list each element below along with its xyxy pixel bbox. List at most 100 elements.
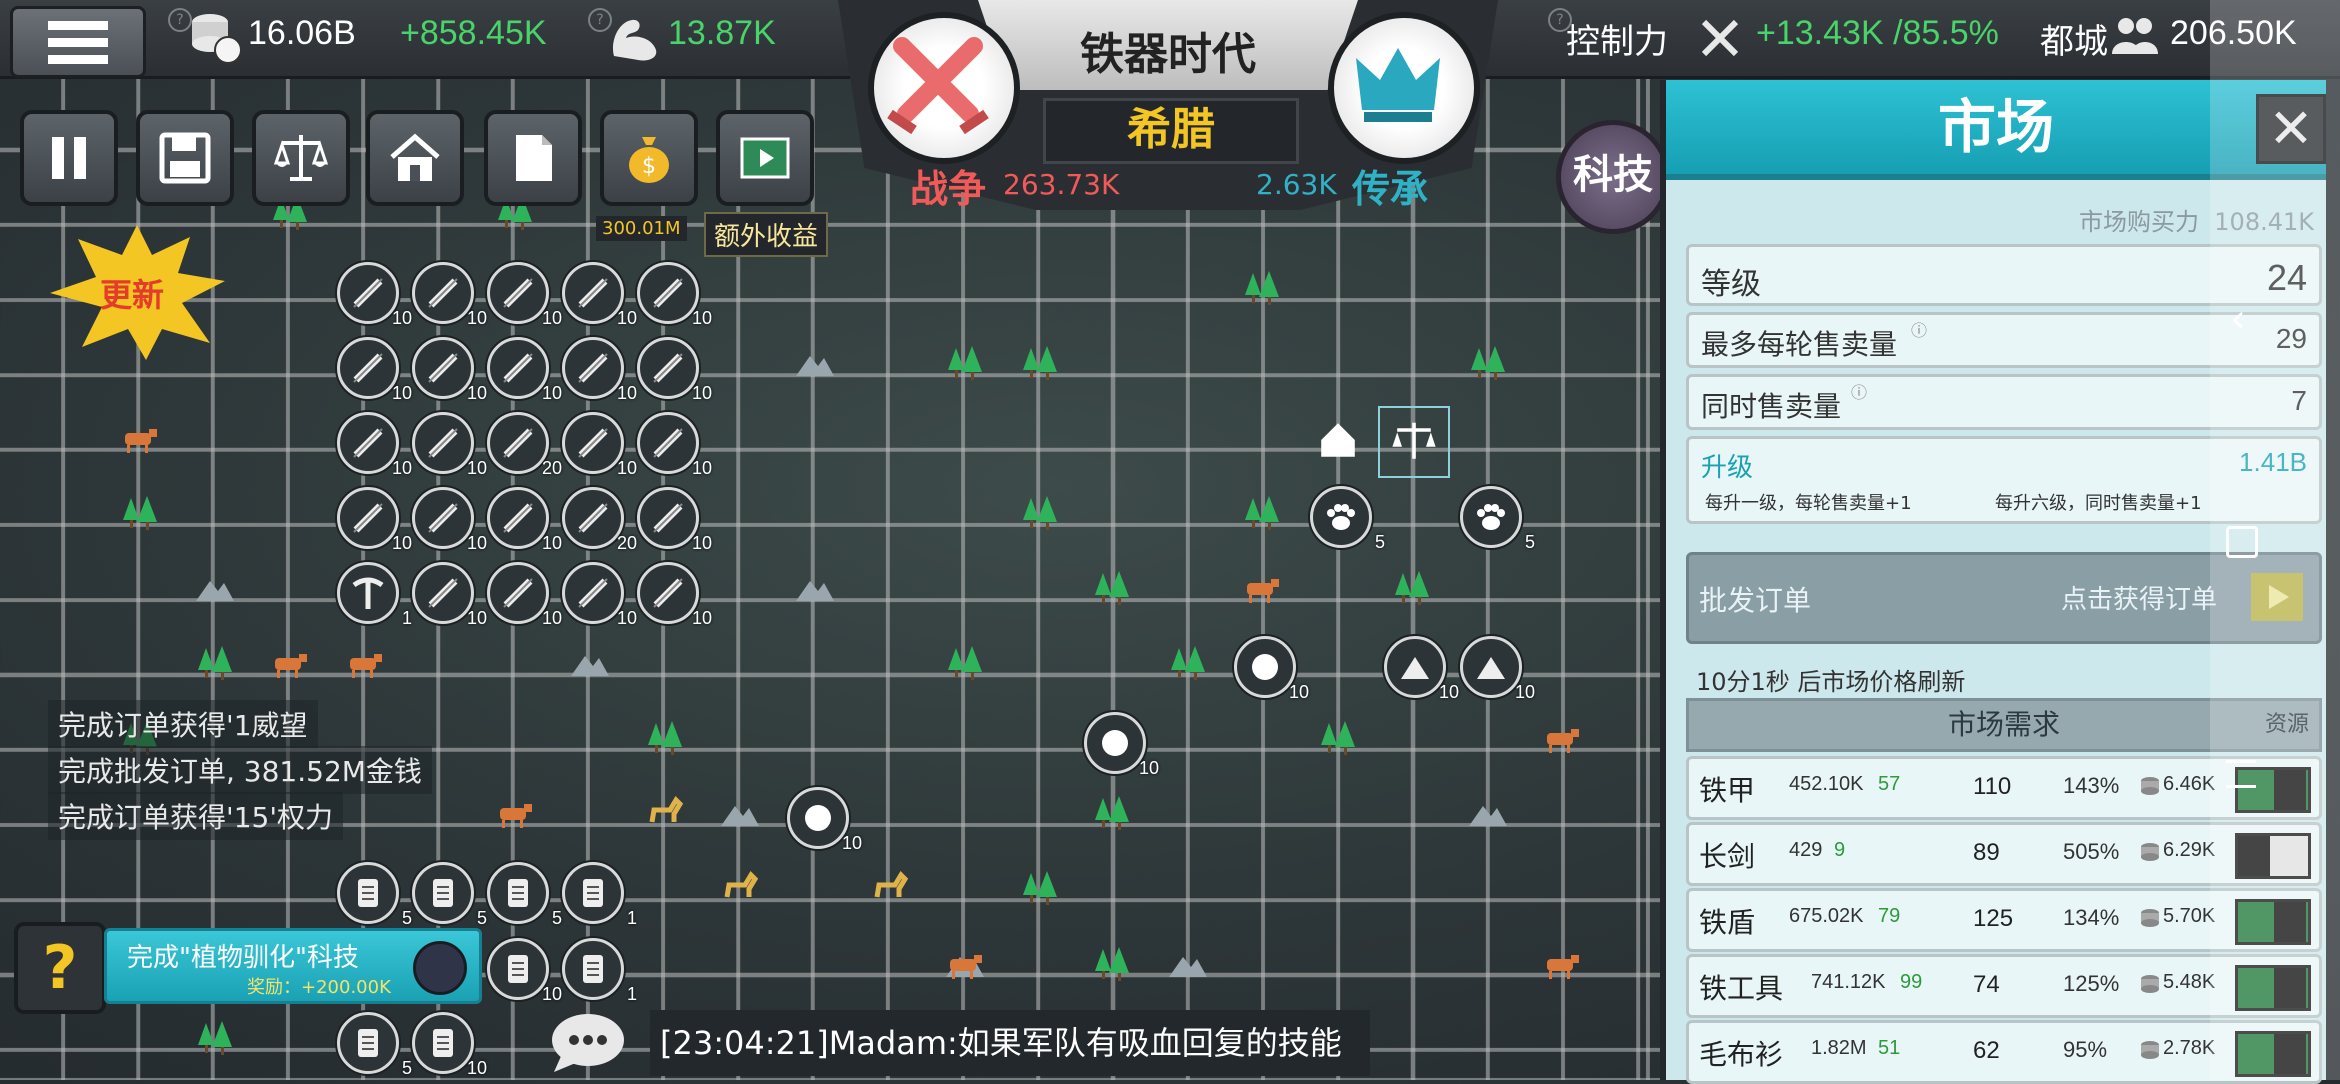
beam-tile[interactable]: 20	[562, 487, 637, 553]
beam-tile[interactable]: 10	[637, 562, 712, 628]
scales-icon[interactable]	[1378, 406, 1450, 478]
beam-tile[interactable]: 10	[337, 262, 412, 328]
menu-lines-icon[interactable]	[2226, 760, 2256, 788]
scroll-tile[interactable]: 1	[562, 862, 637, 928]
beam-tile[interactable]: 20	[487, 412, 562, 478]
ore-tile[interactable]: 10	[1460, 636, 1535, 702]
scroll-tile[interactable]: 5	[337, 862, 412, 928]
beam-tile[interactable]: 10	[412, 337, 487, 403]
beam-tile[interactable]: 10	[487, 262, 562, 328]
beam-tile[interactable]: 10	[337, 412, 412, 478]
log-message: 完成订单获得'15'权力	[48, 792, 344, 840]
mountain-icon	[567, 642, 613, 688]
item-stock: 675.02K	[1789, 905, 1864, 927]
beam-tile[interactable]: 10	[487, 562, 562, 628]
paw-tile[interactable]: 5	[1310, 486, 1385, 552]
market-button[interactable]	[252, 110, 350, 206]
pause-icon	[52, 137, 86, 179]
level-label: 等级	[1701, 267, 1761, 302]
scroll-tile[interactable]: 10	[487, 938, 562, 1004]
beam-tile[interactable]: 10	[337, 487, 412, 553]
item-name: 铁甲	[1699, 775, 1756, 806]
extra-income-button[interactable]	[716, 110, 814, 206]
demand-header-label: 市场需求	[1947, 708, 2060, 741]
war-button[interactable]	[868, 12, 1020, 164]
quest-card[interactable]: 完成"植物驯化"科技 奖励：+200.00K	[104, 928, 482, 1004]
paw-tile[interactable]: 5	[1460, 486, 1535, 552]
chat-bubble-icon[interactable]	[548, 1010, 634, 1076]
scroll-tile[interactable]: 5	[337, 1012, 412, 1078]
cow-icon	[1539, 717, 1585, 763]
quest-progress-icon	[413, 941, 467, 995]
beam-tile[interactable]: 10	[637, 337, 712, 403]
beam-tile[interactable]: 10	[637, 487, 712, 553]
scroll-tile[interactable]: 5	[412, 862, 487, 928]
money-bag-button[interactable]: $	[600, 110, 698, 206]
item-name: 毛布衫	[1699, 1039, 1784, 1070]
scroll-tile[interactable]: 10	[412, 1012, 487, 1078]
stone-tile[interactable]: 10	[1234, 636, 1309, 702]
ore-tile[interactable]: 10	[1384, 636, 1459, 702]
beam-tile[interactable]: 10	[412, 262, 487, 328]
coins-icon	[192, 14, 242, 64]
item-qty: 89	[1973, 839, 2000, 866]
menu-button[interactable]	[10, 6, 146, 78]
control-label: 控制力	[1566, 23, 1668, 61]
beam-tile[interactable]: 10	[412, 562, 487, 628]
chat-message[interactable]: [23:04:21]Madam:如果军队有吸血回复的技能	[650, 1010, 1370, 1076]
tech-button[interactable]: 科技	[1556, 120, 1670, 234]
house-icon[interactable]	[1304, 406, 1372, 474]
stone-tile[interactable]: 10	[787, 787, 862, 853]
document-icon	[516, 135, 552, 181]
scroll-tile[interactable]: 5	[487, 862, 562, 928]
buildings-button[interactable]	[366, 110, 464, 206]
tree-icon	[1017, 492, 1063, 538]
beam-tile[interactable]: 10	[412, 487, 487, 553]
cow-icon	[1539, 943, 1585, 989]
beam-tile[interactable]: 10	[562, 337, 637, 403]
item-rate: 9	[1834, 839, 1846, 861]
era-banner: 铁器时代 希腊 战争 263.73K 2.63K 传承	[838, 0, 1498, 215]
stone-tile[interactable]: 10	[1084, 712, 1159, 778]
question-icon[interactable]: ?	[14, 922, 106, 1014]
update-badge[interactable]: 更新	[100, 270, 164, 316]
tree-icon	[642, 717, 688, 763]
beam-tile[interactable]: 10	[487, 337, 562, 403]
mountain-icon	[792, 342, 838, 388]
item-qty: 62	[1973, 1037, 2000, 1064]
beam-tile[interactable]: 10	[562, 262, 637, 328]
back-arrow-icon[interactable]: ‹	[2230, 296, 2246, 342]
control-value: +13.43K /85.5%	[1756, 14, 1999, 52]
beam-tile[interactable]: 10	[412, 412, 487, 478]
item-qty: 110	[1973, 773, 2012, 800]
save-button[interactable]	[136, 110, 234, 206]
scroll-tile[interactable]: 1	[562, 938, 637, 1004]
simul-sell-label: 同时售卖量	[1701, 390, 1842, 423]
beam-tile[interactable]: 10	[637, 412, 712, 478]
video-icon	[740, 137, 790, 179]
item-price: 2.78K	[2163, 1037, 2216, 1059]
heritage-button[interactable]	[1328, 12, 1480, 164]
help-icon[interactable]: ⓘ	[1851, 379, 1867, 403]
quest-title: 完成"植物驯化"科技	[127, 943, 359, 973]
beam-tile[interactable]: 10	[562, 412, 637, 478]
beam-tile[interactable]: 10	[637, 262, 712, 328]
extra-income-label[interactable]: 额外收益	[704, 212, 829, 257]
people-icon	[2112, 18, 2158, 54]
pickaxe-tile[interactable]: 1	[337, 562, 412, 628]
help-icon[interactable]: ⓘ	[1911, 317, 1927, 341]
extra-income-amount: 300.01M	[596, 216, 687, 241]
square-icon[interactable]	[2226, 526, 2258, 558]
beam-tile[interactable]: 10	[487, 487, 562, 553]
beam-tile[interactable]: 10	[337, 337, 412, 403]
house-icon	[390, 133, 440, 181]
tree-icon	[1089, 792, 1135, 838]
tree-icon	[1089, 567, 1135, 613]
item-qty: 125	[1973, 905, 2014, 932]
beam-tile[interactable]: 10	[562, 562, 637, 628]
document-button[interactable]	[484, 110, 582, 206]
pause-button[interactable]	[20, 110, 118, 206]
tree-icon	[1165, 642, 1211, 688]
quest-panel[interactable]: ? 完成"植物驯化"科技 奖励：+200.00K	[14, 922, 482, 1014]
mountain-icon	[717, 792, 763, 838]
